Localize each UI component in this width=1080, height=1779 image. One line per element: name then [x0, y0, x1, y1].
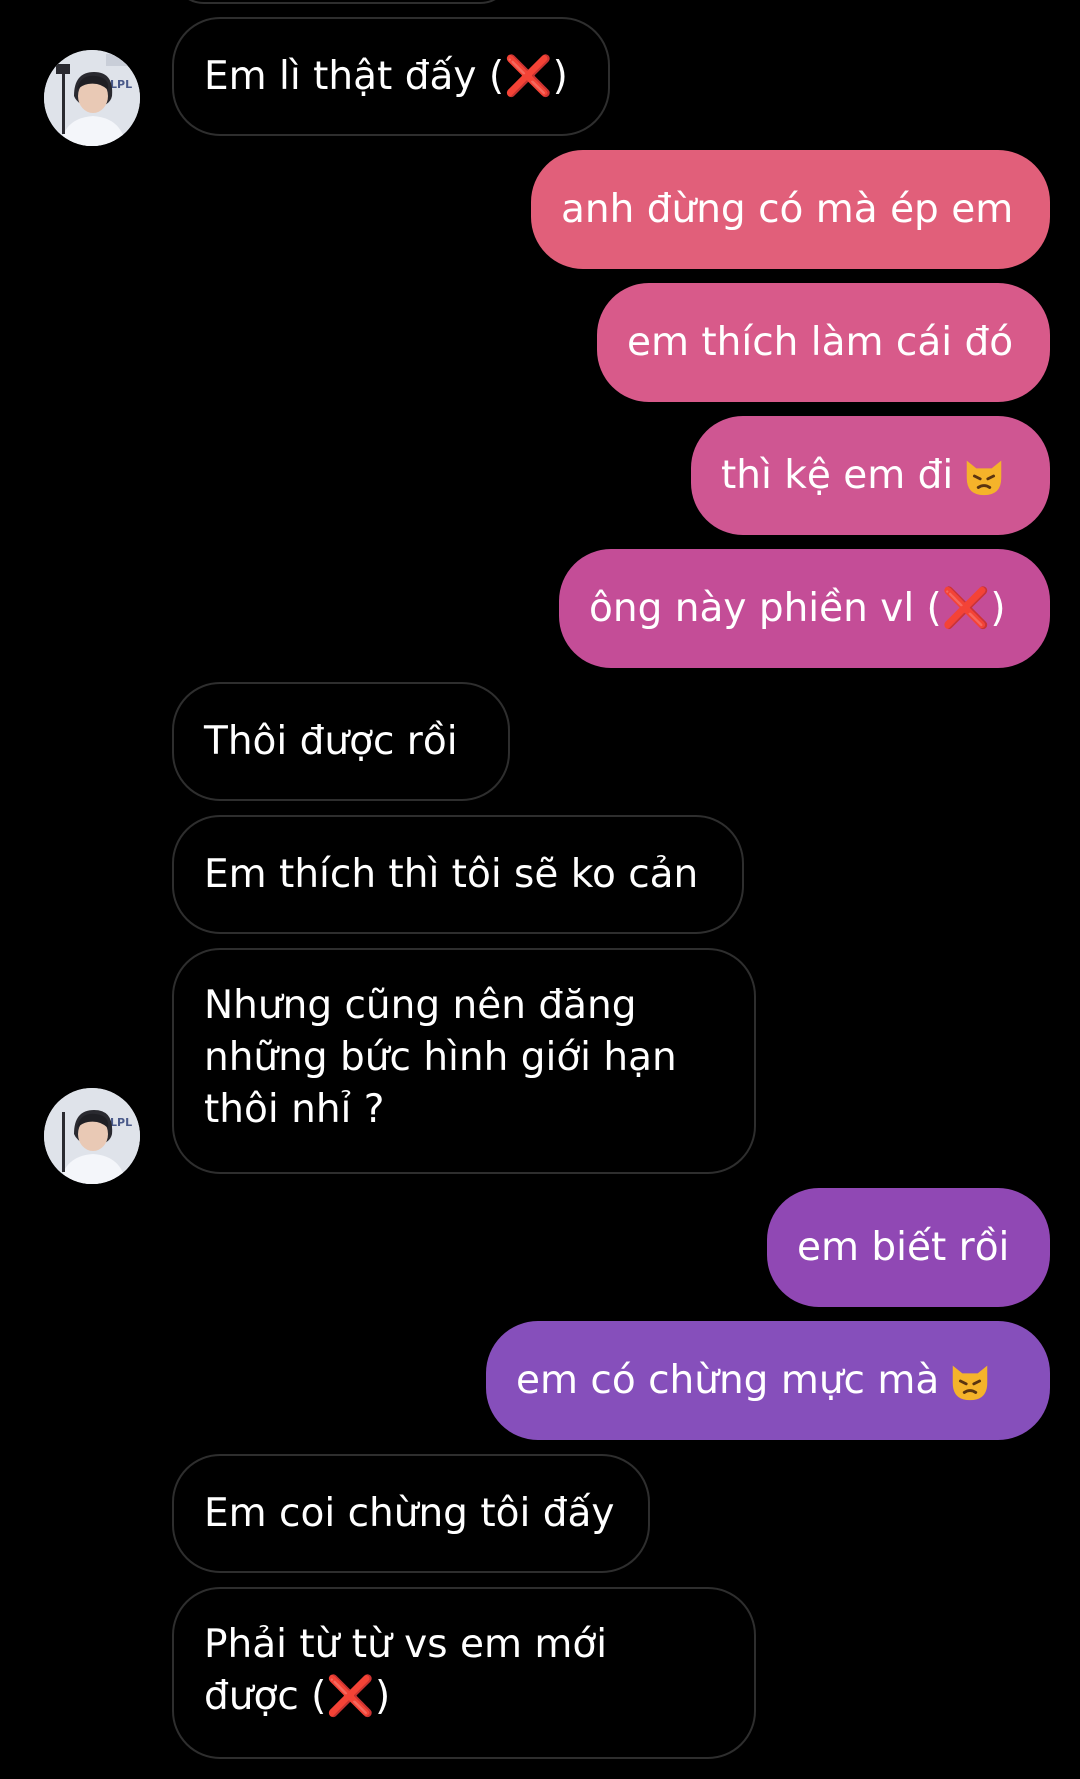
- message-text: Thôi được rồi: [204, 718, 458, 764]
- incoming-message[interactable]: Thôi được rồi: [172, 682, 510, 801]
- message-text: em có chừng mực mà: [516, 1357, 940, 1403]
- message-text-suffix: ): [374, 1674, 391, 1719]
- cross-mark-icon: ❌: [941, 585, 991, 631]
- message-text: thì kệ em đi: [721, 452, 954, 498]
- message-text-suffix: ): [990, 585, 1006, 631]
- contact-avatar[interactable]: LPL: [44, 1088, 140, 1184]
- message-line-text: được (: [204, 1674, 327, 1719]
- outgoing-message[interactable]: thì kệ em đi: [691, 416, 1050, 535]
- message-text: Em coi chừng tôi đấy: [204, 1490, 615, 1536]
- message-text: ông này phiền vl (: [589, 585, 942, 631]
- message-text: em biết rồi: [797, 1224, 1010, 1270]
- message-line: những bức hình giới hạn: [204, 1035, 677, 1080]
- message-line: được (❌): [204, 1671, 754, 1723]
- incoming-message[interactable]: Nhưng cũng nên đăng những bức hình giới …: [172, 948, 756, 1174]
- person-photo-icon: LPL: [44, 50, 140, 146]
- incoming-message[interactable]: Phải từ từ vs em mới được (❌): [172, 1587, 756, 1759]
- message-text: Em thích thì tôi sẽ ko cản: [204, 851, 699, 897]
- message-line: thôi nhỉ ?: [204, 1087, 385, 1132]
- cross-mark-icon: ❌: [504, 53, 553, 99]
- pouting-cat-icon: [966, 460, 1002, 495]
- message-text: anh đừng có mà ép em: [561, 186, 1014, 232]
- outgoing-message[interactable]: em thích làm cái đó: [597, 283, 1050, 402]
- message-text-suffix: ): [552, 53, 568, 99]
- outgoing-message[interactable]: anh đừng có mà ép em: [531, 150, 1050, 269]
- message-text: Em lì thật đấy (: [204, 53, 505, 99]
- previous-bubble-edge: [172, 0, 512, 4]
- message-line: Phải từ từ vs em mới: [204, 1622, 608, 1667]
- outgoing-message[interactable]: ông này phiền vl (❌): [559, 549, 1050, 668]
- incoming-message[interactable]: Em lì thật đấy (❌): [172, 17, 610, 136]
- incoming-message[interactable]: Em coi chừng tôi đấy: [172, 1454, 650, 1573]
- avatar-badge-text: LPL: [110, 78, 132, 91]
- cross-mark-icon: ❌: [326, 1674, 375, 1719]
- chat-thread[interactable]: LPL Em lì thật đấy (❌) anh đừng có mà ép…: [0, 0, 1080, 1779]
- avatar-badge-text: LPL: [110, 1116, 132, 1129]
- outgoing-message[interactable]: em có chừng mực mà: [486, 1321, 1050, 1440]
- pouting-cat-icon: [953, 1365, 988, 1400]
- contact-avatar[interactable]: LPL: [44, 50, 140, 146]
- person-photo-icon: LPL: [44, 1088, 140, 1184]
- message-line: Nhưng cũng nên đăng: [204, 983, 637, 1028]
- outgoing-message[interactable]: em biết rồi: [767, 1188, 1050, 1307]
- message-text: em thích làm cái đó: [627, 319, 1014, 365]
- incoming-message[interactable]: Em thích thì tôi sẽ ko cản: [172, 815, 744, 934]
